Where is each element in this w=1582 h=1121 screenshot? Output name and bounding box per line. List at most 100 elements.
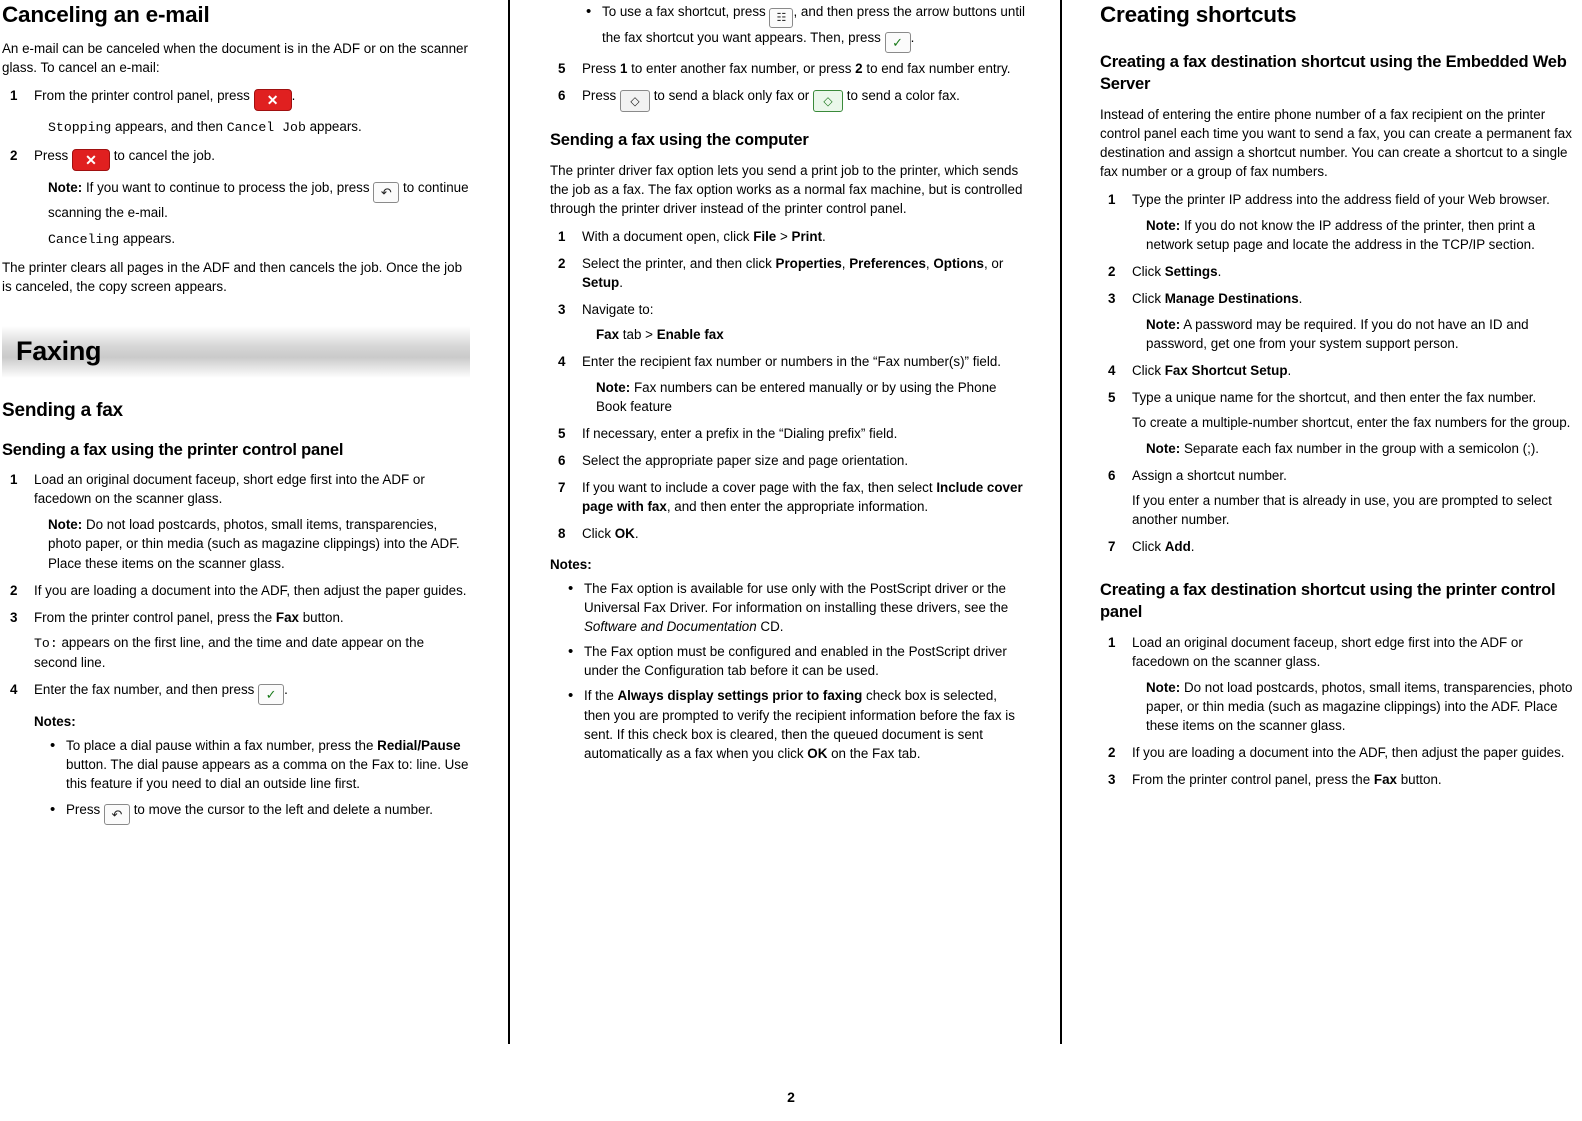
step-number: 4 <box>558 354 566 370</box>
path-sep: tab > <box>619 327 657 343</box>
cancel-x-key-icon: ✕ <box>71 148 110 171</box>
column-middle: To use a fax shortcut, press ☷ , and then… <box>508 0 1060 1055</box>
step-number: 5 <box>558 61 566 76</box>
step-number: 6 <box>1108 468 1116 483</box>
to-prompt-text: To: <box>34 635 58 651</box>
to-prompt-post: appears on the first line, and the time … <box>34 634 425 671</box>
column-right: Creating shortcuts Creating a fax destin… <box>1060 0 1582 1055</box>
step-item: 7 Click Add. <box>1100 537 1574 556</box>
step-item: 3 From the printer control panel, press … <box>2 608 470 673</box>
step-text: Press <box>582 61 620 76</box>
back-arrow-key-icon: ↶ <box>373 181 400 203</box>
step-number: 7 <box>558 480 566 496</box>
add-button-label: Add <box>1164 539 1191 555</box>
chapter-title: Faxing <box>16 336 102 367</box>
step-text: Select the appropriate paper size and pa… <box>582 453 909 469</box>
step-text-post: . <box>1287 362 1292 378</box>
step-number: 2 <box>1108 263 1116 279</box>
settings-label: Settings <box>1164 263 1218 279</box>
bullet-text: The Fax option is available for use only… <box>584 581 1009 616</box>
step-text-post: . <box>619 274 623 290</box>
step-number: 2 <box>10 147 18 163</box>
step-item: 4 Enter the recipient fax number or numb… <box>550 352 1026 416</box>
bullet-item: The Fax option must be configured and en… <box>568 641 1026 680</box>
options-label: Options <box>933 255 984 271</box>
step-text: Press <box>582 88 617 104</box>
step-item: 2 Select the printer, and then click Pro… <box>550 254 1026 292</box>
step-item: 5 Press 1 to enter another fax number, o… <box>550 59 1026 78</box>
stopping-text: Stopping <box>48 120 112 136</box>
step-item: 5 If necessary, enter a prefix in the “D… <box>550 424 1026 443</box>
step-text: If necessary, enter a prefix in the “Dia… <box>582 426 898 442</box>
step-text-post: button. <box>1396 771 1442 787</box>
step-text: Load an original document faceup, short … <box>1132 634 1523 669</box>
step-item: 4 Click Fax Shortcut Setup. <box>1100 361 1574 380</box>
bullet-text: To place a dial pause within a fax numbe… <box>66 738 378 754</box>
note-label: Note: <box>1146 679 1181 695</box>
step-item: 3 Navigate to: Fax tab > Enable fax <box>550 300 1026 344</box>
step-text: From the printer control panel, press <box>34 88 250 104</box>
fax-shortcut-bullet-list: To use a fax shortcut, press ☷, and then… <box>550 1 1026 53</box>
subsection-shortcut-control-panel: Creating a fax destination shortcut usin… <box>1100 581 1556 621</box>
column-divider <box>1060 0 1062 1044</box>
step-item: 5 Type a unique name for the shortcut, a… <box>1100 388 1574 458</box>
step-text-after: to cancel the job. <box>113 147 215 163</box>
closing-paragraph: The printer clears all pages in the ADF … <box>2 259 463 294</box>
step-item: 3 From the printer control panel, press … <box>1100 770 1574 789</box>
bullet-item: To use a fax shortcut, press ☷, and then… <box>586 1 1026 53</box>
fax-button-label: Fax <box>1373 771 1397 787</box>
step-text-mid: > <box>776 228 792 244</box>
bullet-text: If the <box>584 688 618 704</box>
step-number: 2 <box>1108 744 1116 760</box>
back-arrow-key-icon: ↶ <box>103 803 130 825</box>
step-subtext: To create a multiple-number shortcut, en… <box>1132 414 1571 430</box>
step-text: Press <box>34 147 69 163</box>
step-item: 1 Load an original document faceup, shor… <box>2 470 470 572</box>
note-label: Note: <box>48 179 83 195</box>
step-number: 3 <box>558 301 566 317</box>
sep3: , or <box>983 255 1004 271</box>
note-label: Note: <box>596 380 631 396</box>
step-number: 1 <box>1108 634 1116 650</box>
note-text: A password may be required. If you do no… <box>1146 316 1529 351</box>
note-text: Do not load postcards, photos, small ite… <box>48 517 460 571</box>
step-text-post: . <box>1217 263 1222 279</box>
bullet-text-post: to move the cursor to the left and delet… <box>133 801 433 817</box>
step-item: 7 If you want to include a cover page wi… <box>550 478 1026 516</box>
note-text: Separate each fax number in the group wi… <box>1183 440 1539 456</box>
note-text: Fax numbers can be entered manually or b… <box>596 380 997 415</box>
step-text: If you are loading a document into the A… <box>1132 744 1565 760</box>
step-number: 4 <box>10 682 18 698</box>
step-text: Click <box>1132 290 1165 306</box>
notes-label: Notes: <box>34 714 76 730</box>
step-number: 5 <box>558 426 566 442</box>
step-item: 1 Type the printer IP address into the a… <box>1100 190 1574 254</box>
step-text: Load an original document faceup, short … <box>34 472 425 507</box>
note-block: Note: If you do not know the IP address … <box>1132 216 1574 254</box>
step-text-post: , and then enter the appropriate informa… <box>666 499 929 515</box>
properties-label: Properties <box>775 255 842 271</box>
subsection-fax-control-panel: Sending a fax using the printer control … <box>2 440 344 459</box>
step-text: Click <box>1132 362 1165 378</box>
step-text-post: . <box>1190 539 1195 555</box>
bullet-item: To place a dial pause within a fax numbe… <box>50 735 470 793</box>
step-item: 1 From the printer control panel, press … <box>2 86 470 138</box>
page-title: Canceling an e-mail <box>2 2 210 27</box>
step-number: 3 <box>1108 771 1116 787</box>
page-columns: Canceling an e-mail An e-mail can be can… <box>0 0 1582 1055</box>
step-item: 3 Click Manage Destinations. Note: A pas… <box>1100 289 1574 353</box>
software-doc-title: Software and Documentation <box>584 619 757 635</box>
manual-page: Canceling an e-mail An e-mail can be can… <box>0 0 1582 1121</box>
ok-button-label: OK <box>807 745 828 761</box>
note-block: Note: Do not load postcards, photos, sma… <box>1132 678 1574 735</box>
note-text: Do not load postcards, photos, small ite… <box>1146 679 1573 733</box>
manage-destinations-label: Manage Destinations <box>1164 290 1299 306</box>
note-label: Note: <box>1146 316 1181 332</box>
note-label: Note: <box>1146 440 1181 456</box>
always-display-settings-label: Always display settings prior to faxing <box>617 688 863 704</box>
step-text-after: . <box>291 88 296 104</box>
step-number: 7 <box>1108 539 1116 555</box>
control-panel-shortcut-steps: 1 Load an original document faceup, shor… <box>1100 633 1574 789</box>
step-text: Select the printer, and then click <box>582 255 776 271</box>
step-text: Type the printer IP address into the add… <box>1132 191 1550 207</box>
